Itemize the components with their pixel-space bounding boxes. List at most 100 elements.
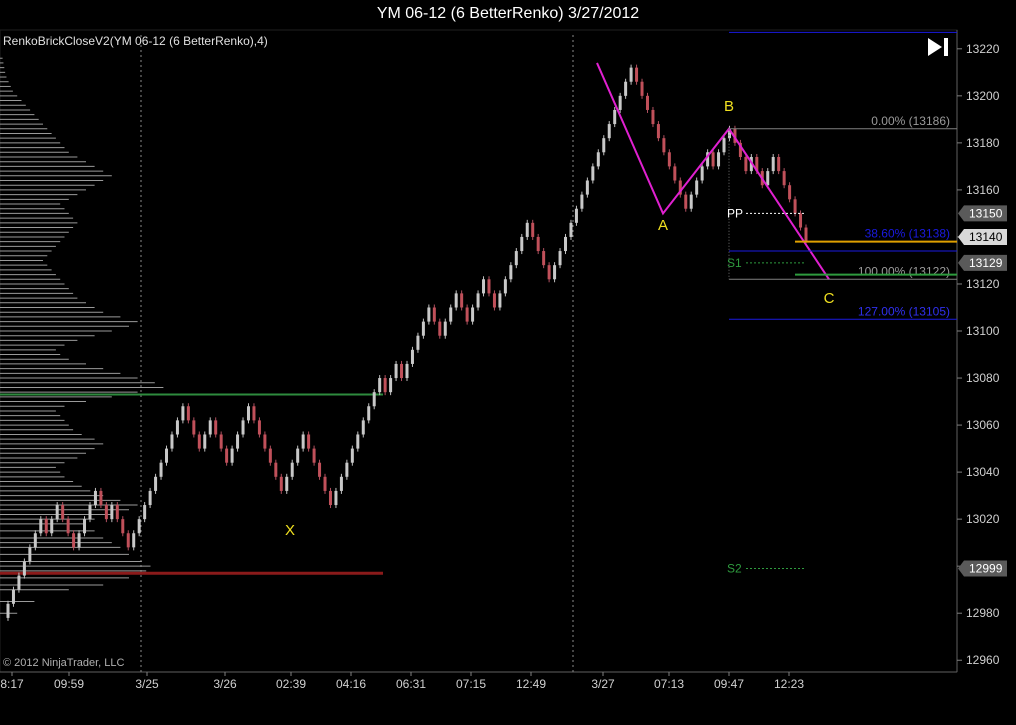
renko-brick (372, 392, 376, 407)
renko-brick (580, 194, 584, 209)
pattern-point-c: C (824, 290, 835, 307)
renko-brick (635, 67, 639, 82)
renko-brick (290, 462, 294, 477)
renko-brick (416, 335, 420, 350)
renko-brick (252, 406, 256, 421)
y-tick-label: 13200 (966, 89, 1000, 103)
renko-brick (542, 251, 546, 266)
renko-brick (695, 180, 699, 195)
renko-brick (121, 519, 125, 534)
renko-brick (170, 434, 174, 449)
renko-brick (536, 236, 540, 252)
renko-brick (547, 265, 551, 280)
renko-brick (585, 180, 589, 195)
renko-brick (236, 434, 240, 449)
renko-brick (268, 448, 272, 463)
pattern-point-a: A (658, 217, 668, 234)
renko-brick (230, 448, 234, 463)
y-tick-label: 13180 (966, 136, 1000, 150)
renko-brick (673, 166, 677, 181)
renko-brick (143, 505, 147, 520)
renko-brick (17, 575, 21, 590)
x-tick-label: 12:23 (774, 677, 804, 691)
renko-brick (132, 533, 136, 548)
renko-brick (33, 533, 37, 548)
renko-brick (667, 152, 671, 167)
renko-brick (700, 166, 704, 181)
renko-brick (44, 519, 48, 534)
play-forward-button[interactable] (925, 36, 951, 58)
renko-brick (383, 378, 387, 393)
renko-brick (389, 378, 393, 393)
renko-brick (618, 95, 622, 110)
renko-brick (525, 222, 529, 237)
skip-forward-icon (928, 38, 948, 56)
price-chart[interactable]: X A B C 0.00% (13186) 38.60% (13138) 100.00% (… (0, 0, 1016, 725)
renko-brick (263, 434, 267, 449)
renko-brick (482, 279, 486, 294)
y-tick-label: 13020 (966, 512, 1000, 526)
pivot-label-s1: S1 (727, 256, 742, 270)
xabcd-pattern-line (596, 62, 830, 280)
renko-brick (367, 406, 371, 421)
renko-brick (225, 448, 229, 463)
renko-brick (684, 194, 688, 209)
renko-brick (400, 363, 404, 379)
renko-brick (72, 533, 76, 548)
renko-brick (465, 307, 469, 322)
renko-brick (39, 519, 43, 534)
copyright-text: © 2012 NinjaTrader, LLC (3, 657, 124, 669)
renko-brick (257, 420, 261, 435)
renko-brick (274, 462, 278, 477)
renko-brick (624, 81, 628, 96)
renko-brick (394, 363, 398, 379)
renko-brick (6, 603, 10, 618)
y-tick-label: 13060 (966, 418, 1000, 432)
pattern-point-b: B (724, 98, 734, 115)
renko-bricks (6, 64, 808, 621)
fib-label: 0.00% (13186) (871, 114, 950, 128)
renko-brick (640, 81, 644, 96)
renko-brick (110, 505, 114, 520)
renko-brick (312, 448, 316, 463)
y-tick-label: 12960 (966, 653, 1000, 667)
renko-brick (662, 138, 666, 153)
renko-brick (345, 462, 349, 477)
pattern-overlay: X A B C 0.00% (13186) 38.60% (13138) 100.00% (… (285, 31, 957, 576)
renko-brick (154, 476, 158, 491)
renko-brick (771, 156, 775, 172)
renko-brick (279, 476, 283, 491)
price-marker: 13140 (958, 228, 1007, 245)
plot-border (0, 29, 958, 673)
x-tick-label: 09:59 (54, 677, 84, 691)
price-axis: 1296012980130001302013040130601308013100… (957, 42, 1007, 667)
chart-window: YM 06-12 (6 BetterRenko) 3/27/2012 XABC0… (0, 0, 1016, 725)
renko-brick (405, 363, 409, 379)
y-tick-label: 13040 (966, 465, 1000, 479)
renko-brick (427, 307, 431, 322)
renko-brick (656, 124, 660, 139)
renko-brick (717, 152, 721, 167)
renko-brick (378, 378, 382, 393)
renko-brick (531, 222, 535, 237)
renko-brick (192, 420, 196, 435)
renko-brick (11, 589, 15, 604)
renko-brick (520, 236, 524, 252)
renko-brick (181, 406, 185, 421)
pattern-point-x: X (285, 522, 295, 539)
renko-brick (93, 490, 97, 506)
price-marker: 12999 (958, 560, 1007, 577)
renko-brick (492, 293, 496, 308)
renko-brick (476, 293, 480, 308)
renko-brick (629, 67, 633, 82)
renko-brick (443, 321, 447, 336)
renko-brick (487, 279, 491, 294)
renko-brick (307, 434, 311, 449)
time-axis: 8:17 09:59 3/25 3/26 02:39 04:16 06:31 07:15 12:… (0, 672, 804, 691)
renko-brick (689, 194, 693, 209)
x-tick-label: 12:49 (516, 677, 546, 691)
renko-brick (165, 448, 169, 463)
x-tick-label: 06:31 (396, 677, 426, 691)
renko-brick (421, 321, 425, 336)
x-tick-label: 3/25 (135, 677, 159, 691)
